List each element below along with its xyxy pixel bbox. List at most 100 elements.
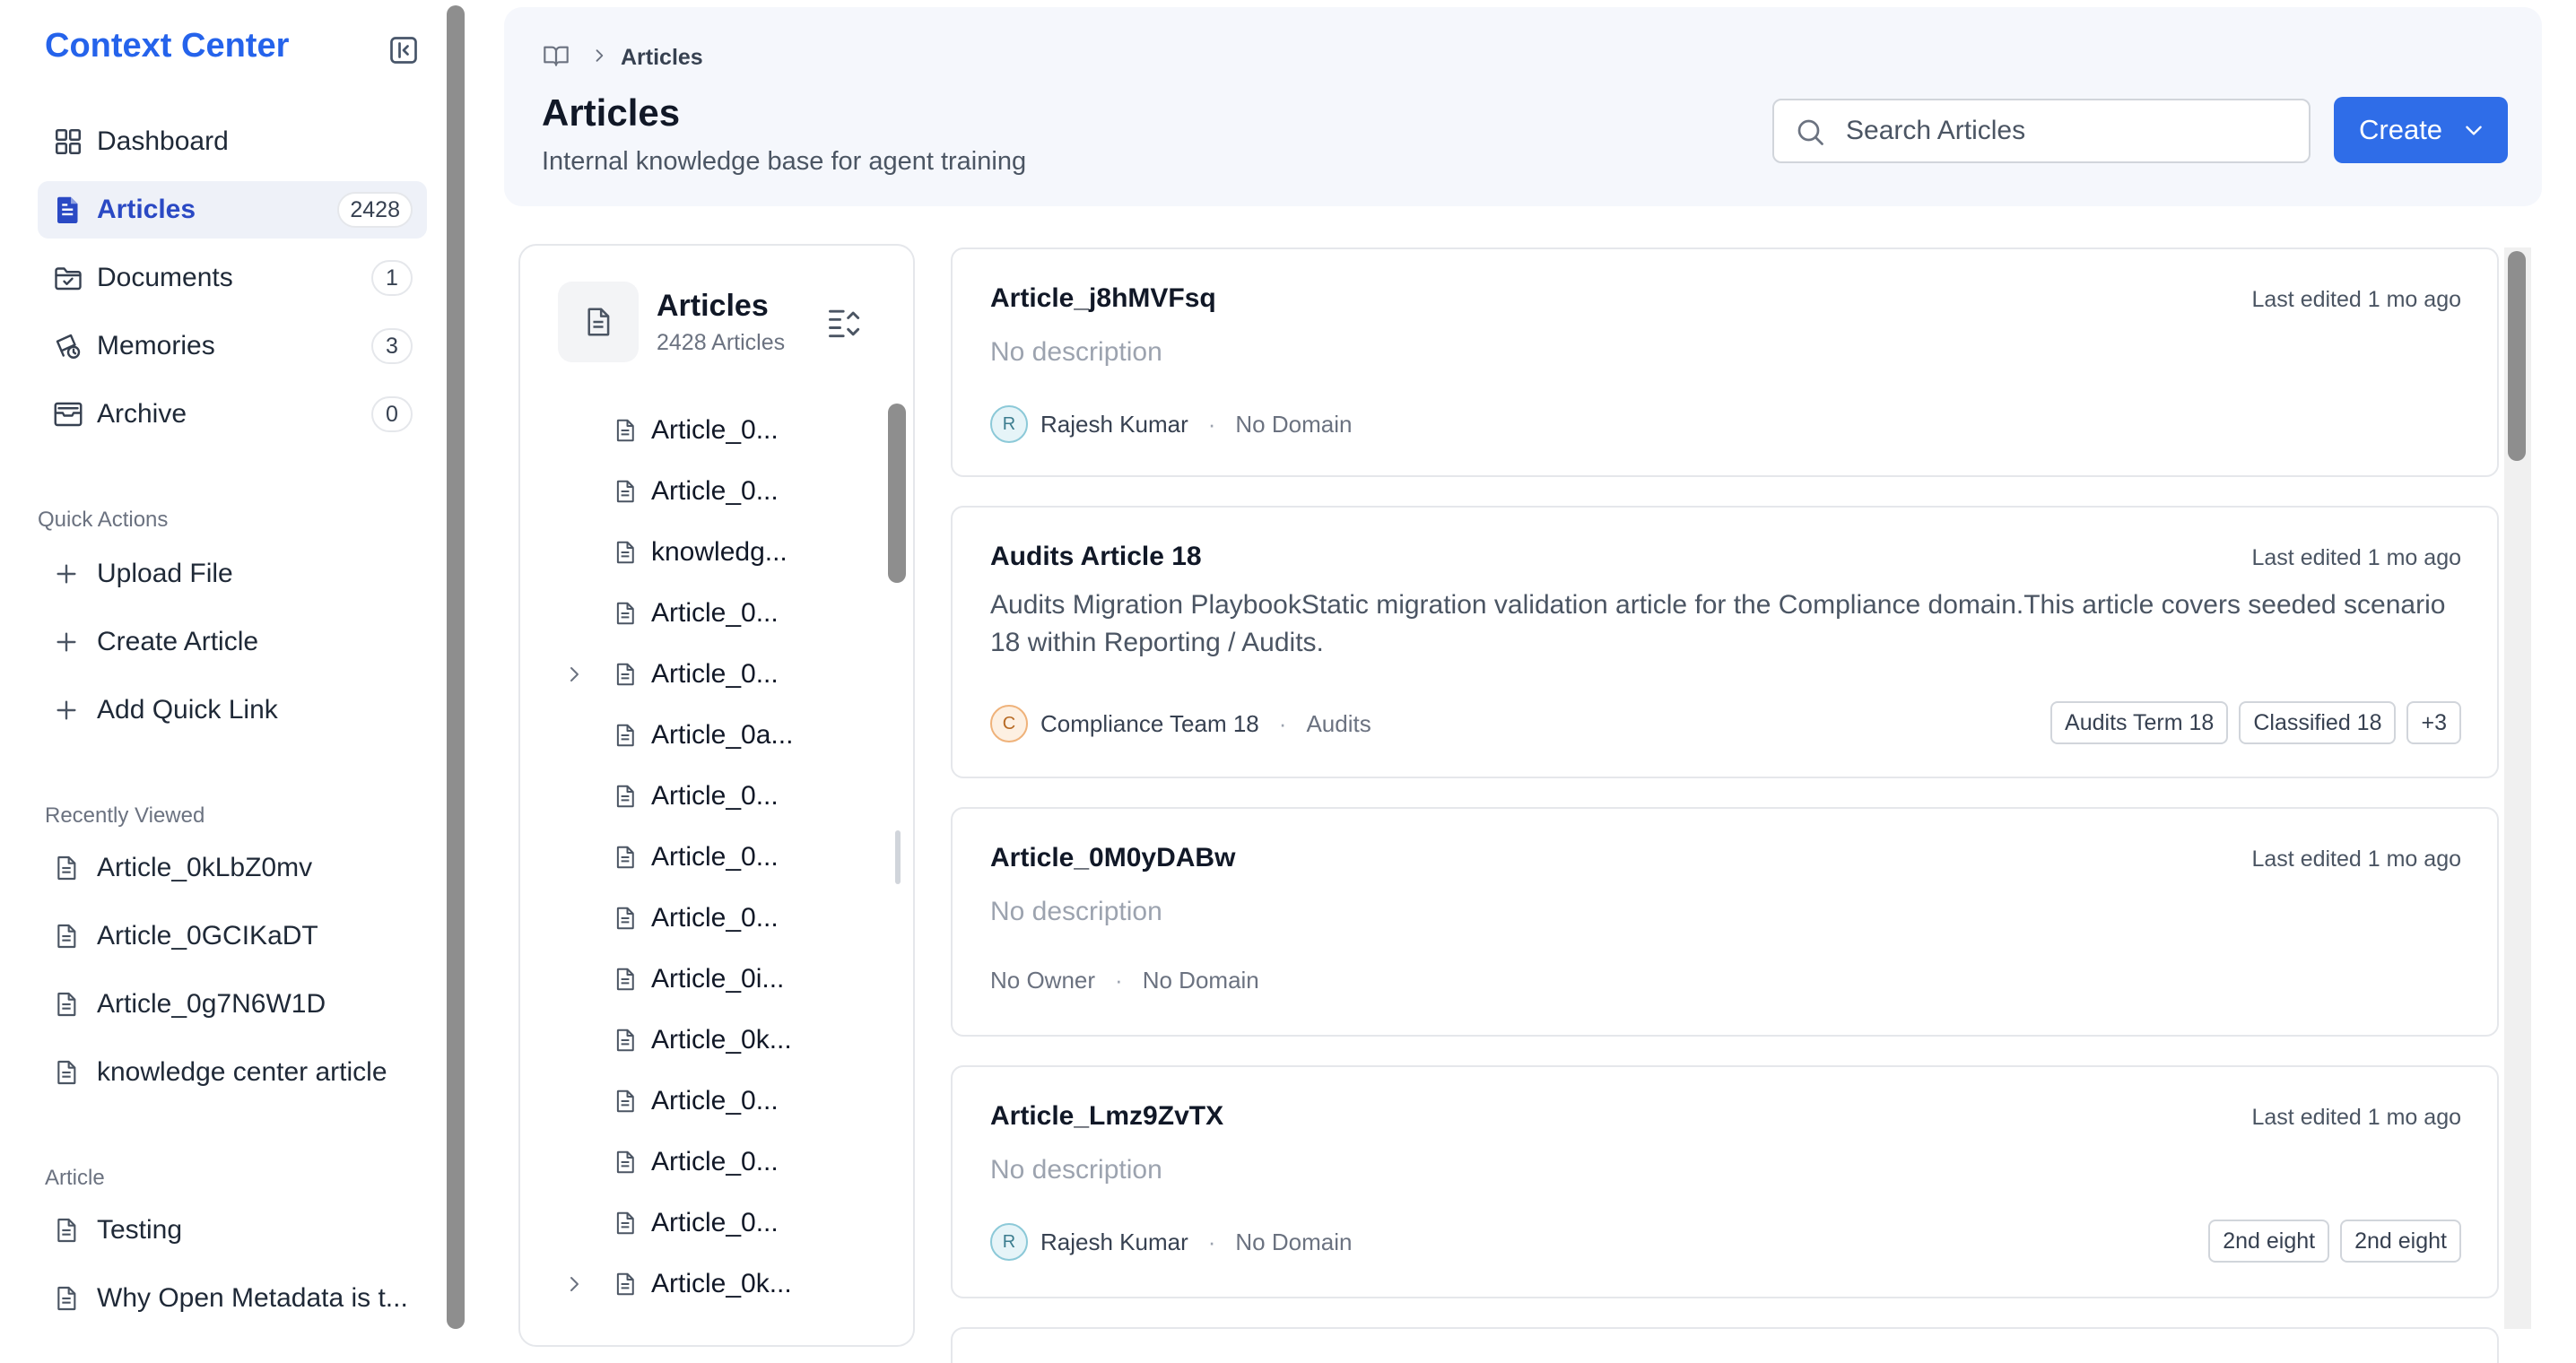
tree-item-label: Article_0... — [651, 781, 779, 811]
card-description: No description — [990, 1155, 1162, 1185]
tree-item[interactable]: Article_0a... — [520, 705, 879, 766]
plus-icon — [52, 628, 81, 656]
card-meta: No Owner · No Domain — [990, 967, 1259, 994]
tree-item[interactable]: Article_0... — [520, 400, 879, 461]
tree-item-label: Article_0... — [651, 476, 779, 506]
card-description: Audits Migration PlaybookStatic migratio… — [990, 590, 2446, 657]
create-article-action[interactable]: Create Article — [38, 608, 427, 676]
chevron-right-icon[interactable] — [563, 1273, 585, 1295]
owner-name: Rajesh Kumar — [1040, 1228, 1188, 1255]
upload-file-action[interactable]: Upload File — [38, 540, 427, 608]
tree-item[interactable]: Article_0... — [520, 827, 879, 888]
tree-item[interactable]: Article_0i... — [520, 949, 879, 1010]
book-open-icon[interactable] — [542, 41, 570, 70]
tree-item[interactable]: Article_0... — [520, 1071, 879, 1132]
tag-list: 2nd eight 2nd eight — [2208, 1220, 2461, 1263]
card-title[interactable]: Article_Lmz9ZvTX — [990, 1101, 1223, 1132]
article-card[interactable]: Article_Lmz9ZvTX Last edited 1 mo ago No… — [951, 1065, 2499, 1298]
recently-viewed-title: Recently Viewed — [45, 803, 205, 828]
tree-item-label: Article_0... — [651, 1147, 779, 1176]
sidebar-item-articles[interactable]: Articles 2428 — [38, 181, 427, 239]
brand-title: Context Center — [45, 27, 290, 65]
page-subtitle: Internal knowledge base for agent traini… — [542, 147, 1027, 176]
tree-item[interactable]: knowledg... — [520, 522, 879, 583]
separator-dot: · — [1207, 1228, 1216, 1255]
document-icon — [52, 854, 81, 882]
tag[interactable]: Audits Term 18 — [2050, 701, 2229, 744]
tree-item[interactable]: Article_0... — [520, 1132, 879, 1193]
chevron-right-icon — [590, 47, 608, 65]
main-scrollbar-thumb[interactable] — [2508, 251, 2526, 461]
sort-icon[interactable] — [825, 303, 865, 343]
card-meta: R Rajesh Kumar · No Domain — [990, 405, 1352, 443]
tree-item[interactable]: Article_0... — [520, 888, 879, 949]
chevron-right-icon[interactable] — [563, 664, 585, 685]
owner-name: Compliance Team 18 — [1040, 709, 1259, 737]
recent-item[interactable]: knowledge center article — [38, 1038, 427, 1107]
document-icon — [612, 844, 639, 871]
document-icon — [612, 1271, 639, 1298]
article-item[interactable]: Why Open Metadata is t... — [38, 1264, 427, 1333]
tag[interactable]: 2nd eight — [2340, 1220, 2461, 1263]
sidebar-item-dashboard[interactable]: Dashboard — [38, 113, 427, 170]
card-title[interactable]: Article_0M0yDABw — [990, 843, 1235, 873]
tree-item[interactable]: Article_0... — [520, 766, 879, 827]
recent-item[interactable]: Article_0GCIKaDT — [38, 902, 427, 970]
tag[interactable]: Classified 18 — [2239, 701, 2397, 744]
recent-item[interactable]: Article_0kLbZ0mv — [38, 834, 427, 902]
document-icon — [612, 1088, 639, 1115]
card-title[interactable]: Audits Article 18 — [990, 542, 1202, 572]
tree-scrollbar[interactable] — [888, 404, 906, 583]
document-icon — [612, 783, 639, 810]
quick-actions-list: Upload File Create Article Add Quick Lin… — [38, 540, 427, 744]
quick-actions-title: Quick Actions — [38, 508, 169, 532]
article-card[interactable]: Article_j8hMVFsq Last edited 1 mo ago No… — [951, 247, 2499, 477]
tree-item-label: Article_0... — [651, 1208, 779, 1237]
card-title[interactable]: Article_j8hMVFsq — [990, 283, 1216, 314]
count-badge: 0 — [371, 396, 413, 432]
avatar: R — [990, 1223, 1028, 1261]
collapse-sidebar-icon[interactable] — [387, 34, 420, 66]
separator-dot: · — [1278, 709, 1287, 737]
tree-item[interactable]: Article_0k... — [520, 1010, 879, 1071]
tree-item[interactable]: Article_0... — [520, 461, 879, 522]
separator-dot: · — [1207, 410, 1216, 438]
search-input[interactable] — [1844, 100, 2293, 161]
tree-item[interactable]: Article_0k... — [520, 1254, 879, 1315]
card-description: No description — [990, 897, 1162, 926]
sidebar-item-memories[interactable]: Memories 3 — [38, 317, 427, 375]
breadcrumb[interactable]: Articles — [621, 45, 703, 71]
article-list: Testing Why Open Metadata is t... — [38, 1196, 427, 1333]
tree-item[interactable]: Article_0... — [520, 583, 879, 644]
tree-item-label: Article_0... — [651, 659, 779, 689]
article-item-label: Why Open Metadata is t... — [97, 1283, 408, 1313]
article-card[interactable] — [951, 1327, 2499, 1363]
article-icon — [52, 194, 84, 226]
article-card[interactable]: Audits Article 18 Last edited 1 mo ago A… — [951, 506, 2499, 778]
tree-item-label: Article_0... — [651, 1086, 779, 1116]
resize-handle[interactable] — [895, 830, 901, 884]
tree-item[interactable]: Article_0... — [520, 644, 879, 705]
count-badge: 1 — [371, 260, 413, 296]
domain-label: Audits — [1306, 709, 1371, 737]
plus-icon — [52, 560, 81, 588]
tag[interactable]: 2nd eight — [2208, 1220, 2330, 1263]
document-icon — [558, 282, 639, 362]
grid-icon — [52, 126, 84, 158]
create-button[interactable]: Create — [2334, 97, 2508, 163]
add-quick-link-action[interactable]: Add Quick Link — [38, 676, 427, 744]
document-icon — [612, 661, 639, 688]
more-tags-badge[interactable]: +3 — [2406, 701, 2461, 744]
sidebar-item-archive[interactable]: Archive 0 — [38, 386, 427, 443]
sidebar-item-documents[interactable]: Documents 1 — [38, 249, 427, 307]
document-icon — [612, 1027, 639, 1054]
sidebar-scrollbar[interactable] — [447, 5, 465, 1329]
chevron-down-icon — [2462, 118, 2485, 142]
tree-item[interactable]: Article_0... — [520, 1193, 879, 1254]
archive-icon — [52, 398, 84, 430]
domain-label: No Domain — [1235, 1228, 1353, 1255]
page-title: Articles — [542, 91, 681, 134]
article-card[interactable]: Article_0M0yDABw Last edited 1 mo ago No… — [951, 807, 2499, 1037]
recent-item[interactable]: Article_0g7N6W1D — [38, 970, 427, 1038]
article-item[interactable]: Testing — [38, 1196, 427, 1264]
